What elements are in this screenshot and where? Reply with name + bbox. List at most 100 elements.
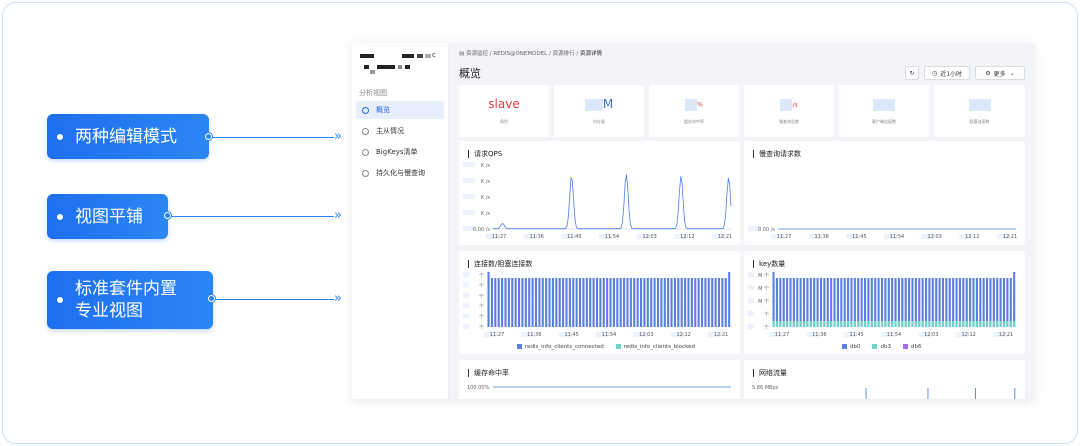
y-tick-mask: [463, 194, 475, 199]
bar: [775, 278, 778, 327]
bar-segment: [945, 321, 948, 327]
bar-segment: [1006, 321, 1009, 327]
y-tick-mask: [463, 303, 469, 309]
refresh-button[interactable]: ↻: [905, 66, 919, 80]
breadcrumb-item[interactable]: 资源排行: [553, 51, 575, 57]
stat-card-hit-rate: % 缓存命中率: [649, 85, 739, 137]
x-tick-label: 12:03: [642, 234, 656, 240]
sidebar-item-replication[interactable]: 主从情况: [356, 122, 444, 140]
breadcrumb-item[interactable]: REDIS@ONEMODEL: [493, 51, 547, 57]
bar-segment: [826, 321, 829, 327]
sidebar-item-label: 持久化与慢查询: [376, 169, 425, 177]
bar-segment: [819, 321, 823, 327]
bar: [606, 278, 609, 327]
bar-segment: [792, 321, 795, 327]
chart-svg: 5.86 MBps: [752, 385, 1016, 399]
x-tick-label: 12:12: [680, 234, 694, 240]
y-tick-label: 个: [764, 312, 769, 318]
panel-connections: 连接数/阻塞连接数 redis_info_clients_connected r…: [459, 251, 740, 354]
bar: [650, 278, 653, 327]
stat-label: 缓存命中率: [684, 119, 704, 124]
sidebar-item-bigkeys[interactable]: BigKeys清单: [356, 143, 444, 161]
bar: [836, 278, 839, 327]
bar: [504, 278, 507, 327]
bar-segment: [809, 321, 812, 327]
bar: [490, 278, 493, 327]
bar: [534, 278, 538, 327]
bar-segment: [911, 321, 914, 327]
bar-segment: [847, 321, 850, 327]
bar-segment: [928, 321, 931, 327]
bar: [640, 278, 643, 327]
bar: [870, 278, 873, 327]
breadcrumb-item[interactable]: 资源监控: [466, 51, 488, 57]
double-chevron-icon: »: [334, 129, 342, 144]
bar: [538, 278, 541, 327]
bar-segment: [982, 321, 985, 327]
bar: [555, 278, 558, 327]
series-line: [493, 174, 732, 230]
x-tick-label: 11:27: [775, 332, 789, 338]
y-tick-mask: [463, 313, 469, 319]
sidebar-section-title: 分析视图: [359, 89, 387, 97]
bar: [864, 278, 867, 327]
bar: [860, 278, 863, 327]
stat-label: 阻塞连接数: [969, 119, 990, 124]
y-tick-label: 0.00 /s: [758, 227, 775, 233]
y-tick-mask: [463, 324, 469, 329]
y-tick-label: 个: [479, 283, 484, 289]
feature-label: 两种编辑模式: [75, 126, 177, 147]
bar-segment: [979, 321, 982, 327]
instance-name-suffix: c: [432, 51, 436, 59]
bar: [921, 278, 924, 327]
bullet-icon: [57, 133, 63, 140]
x-tick-label: 11:36: [814, 234, 828, 240]
bar: [626, 278, 629, 327]
sidebar-item-label: 主从情况: [376, 127, 404, 135]
bar-segment: [891, 321, 894, 327]
bar: [670, 278, 673, 327]
stat-label: 内存量: [593, 119, 605, 124]
chevron-down-icon: ⌄: [1009, 69, 1015, 77]
bar: [528, 278, 531, 327]
bar-segment: [925, 321, 928, 327]
y-tick-label: 100.00%: [467, 385, 489, 391]
bar-segment: [999, 321, 1002, 327]
panel-key-count: key数量 db0 db3 db6 M 个M 个M 个个个 11:27 11:36 1…: [744, 251, 1025, 354]
double-chevron-icon: »: [334, 208, 342, 223]
x-tick-label: 11:54: [605, 234, 619, 240]
bar: [874, 278, 877, 327]
bar-segment: [894, 321, 897, 327]
bar: [568, 278, 571, 327]
sidebar-item-overview[interactable]: 概览: [356, 101, 444, 119]
bar-segment: [948, 321, 951, 327]
y-tick-mask: [463, 210, 475, 215]
more-button[interactable]: ⚙ 更多 ⌄: [975, 66, 1025, 80]
bar-segment: [836, 321, 839, 327]
time-range-button[interactable]: ◷ 近1小时: [924, 66, 970, 80]
bar-segment: [914, 321, 917, 327]
bar-segment: [823, 321, 826, 327]
bar: [677, 278, 680, 327]
bar: [904, 278, 907, 327]
bar: [714, 278, 717, 327]
x-tick-label: 12:21: [714, 332, 728, 338]
circle-check-icon: [362, 148, 369, 156]
bar-segment: [1009, 321, 1012, 327]
more-label: 更多: [993, 70, 1006, 78]
bar: [599, 278, 602, 327]
bar: [840, 278, 843, 327]
breadcrumb-sep: /: [576, 51, 579, 57]
chart-svg: K /s K /s K /s K /s 0.00 /s11:27 11:36 11:45 11…: [463, 162, 732, 240]
x-tick-label: 12:21: [1003, 234, 1017, 240]
time-range-label: 近1小时: [940, 70, 963, 78]
bar: [982, 278, 985, 327]
x-tick-label: 12:03: [639, 332, 653, 338]
bar: [901, 278, 904, 327]
bar-segment: [874, 321, 877, 327]
bar: [562, 278, 565, 327]
bar: [819, 278, 823, 327]
x-tick-label: 11:45: [567, 234, 581, 240]
sidebar-item-persistence[interactable]: 持久化与慢查询: [356, 164, 444, 182]
bar: [589, 278, 592, 327]
